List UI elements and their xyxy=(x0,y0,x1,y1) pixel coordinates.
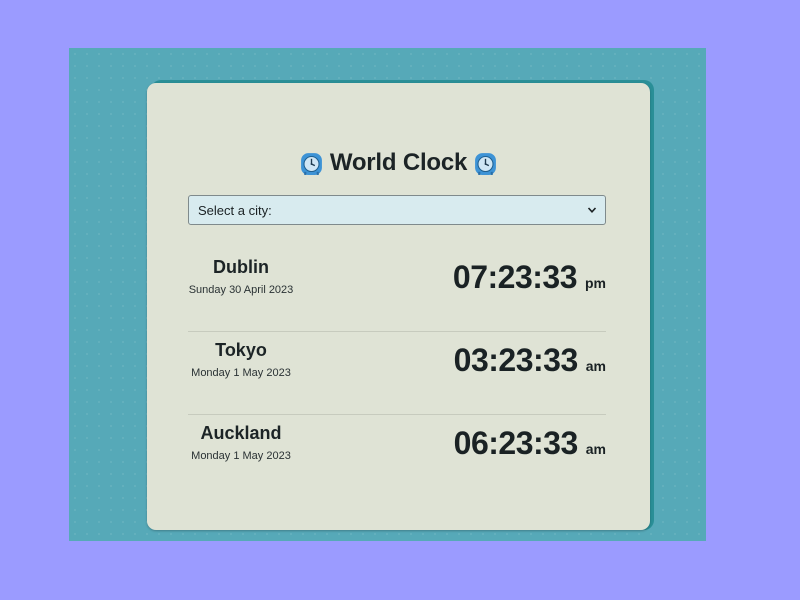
page-title: World Clock xyxy=(147,149,650,177)
city-select-label: Select a city: xyxy=(198,202,272,218)
clock-row-tokyo: Tokyo Monday 1 May 2023 03:23:33 am xyxy=(188,332,606,415)
city-select[interactable]: Select a city: xyxy=(188,195,606,225)
city-date: Sunday 30 April 2023 xyxy=(188,284,294,296)
city-time-display: 07:23:33 pm xyxy=(453,259,606,296)
clock-row-auckland: Auckland Monday 1 May 2023 06:23:33 am xyxy=(188,415,606,497)
city-date: Monday 1 May 2023 xyxy=(191,367,291,379)
city-info: Auckland Monday 1 May 2023 xyxy=(188,423,294,462)
clock-row-dublin: Dublin Sunday 30 April 2023 07:23:33 pm xyxy=(188,249,606,332)
city-date: Monday 1 May 2023 xyxy=(191,450,291,462)
city-time: 07:23:33 xyxy=(452,259,578,295)
city-info: Dublin Sunday 30 April 2023 xyxy=(188,257,294,296)
city-time: 06:23:33 xyxy=(453,425,579,461)
city-name: Tokyo xyxy=(215,340,267,360)
chevron-down-icon xyxy=(587,207,597,213)
world-clock-card: World Clock Select a city: Dublin Sunday… xyxy=(147,83,650,530)
city-time-period: am xyxy=(585,358,606,374)
clock-list: Dublin Sunday 30 April 2023 07:23:33 pm … xyxy=(188,249,606,497)
alarm-clock-icon xyxy=(475,152,497,175)
page-title-text: World Clock xyxy=(329,149,468,176)
alarm-clock-icon xyxy=(300,152,322,175)
city-info: Tokyo Monday 1 May 2023 xyxy=(188,340,294,379)
city-time-period: am xyxy=(585,441,606,457)
city-name: Dublin xyxy=(213,257,269,277)
city-time-period: pm xyxy=(585,275,606,291)
city-time-display: 03:23:33 am xyxy=(454,342,606,379)
city-time: 03:23:33 xyxy=(453,342,579,378)
city-name: Auckland xyxy=(200,423,282,443)
city-time-display: 06:23:33 am xyxy=(454,425,606,462)
